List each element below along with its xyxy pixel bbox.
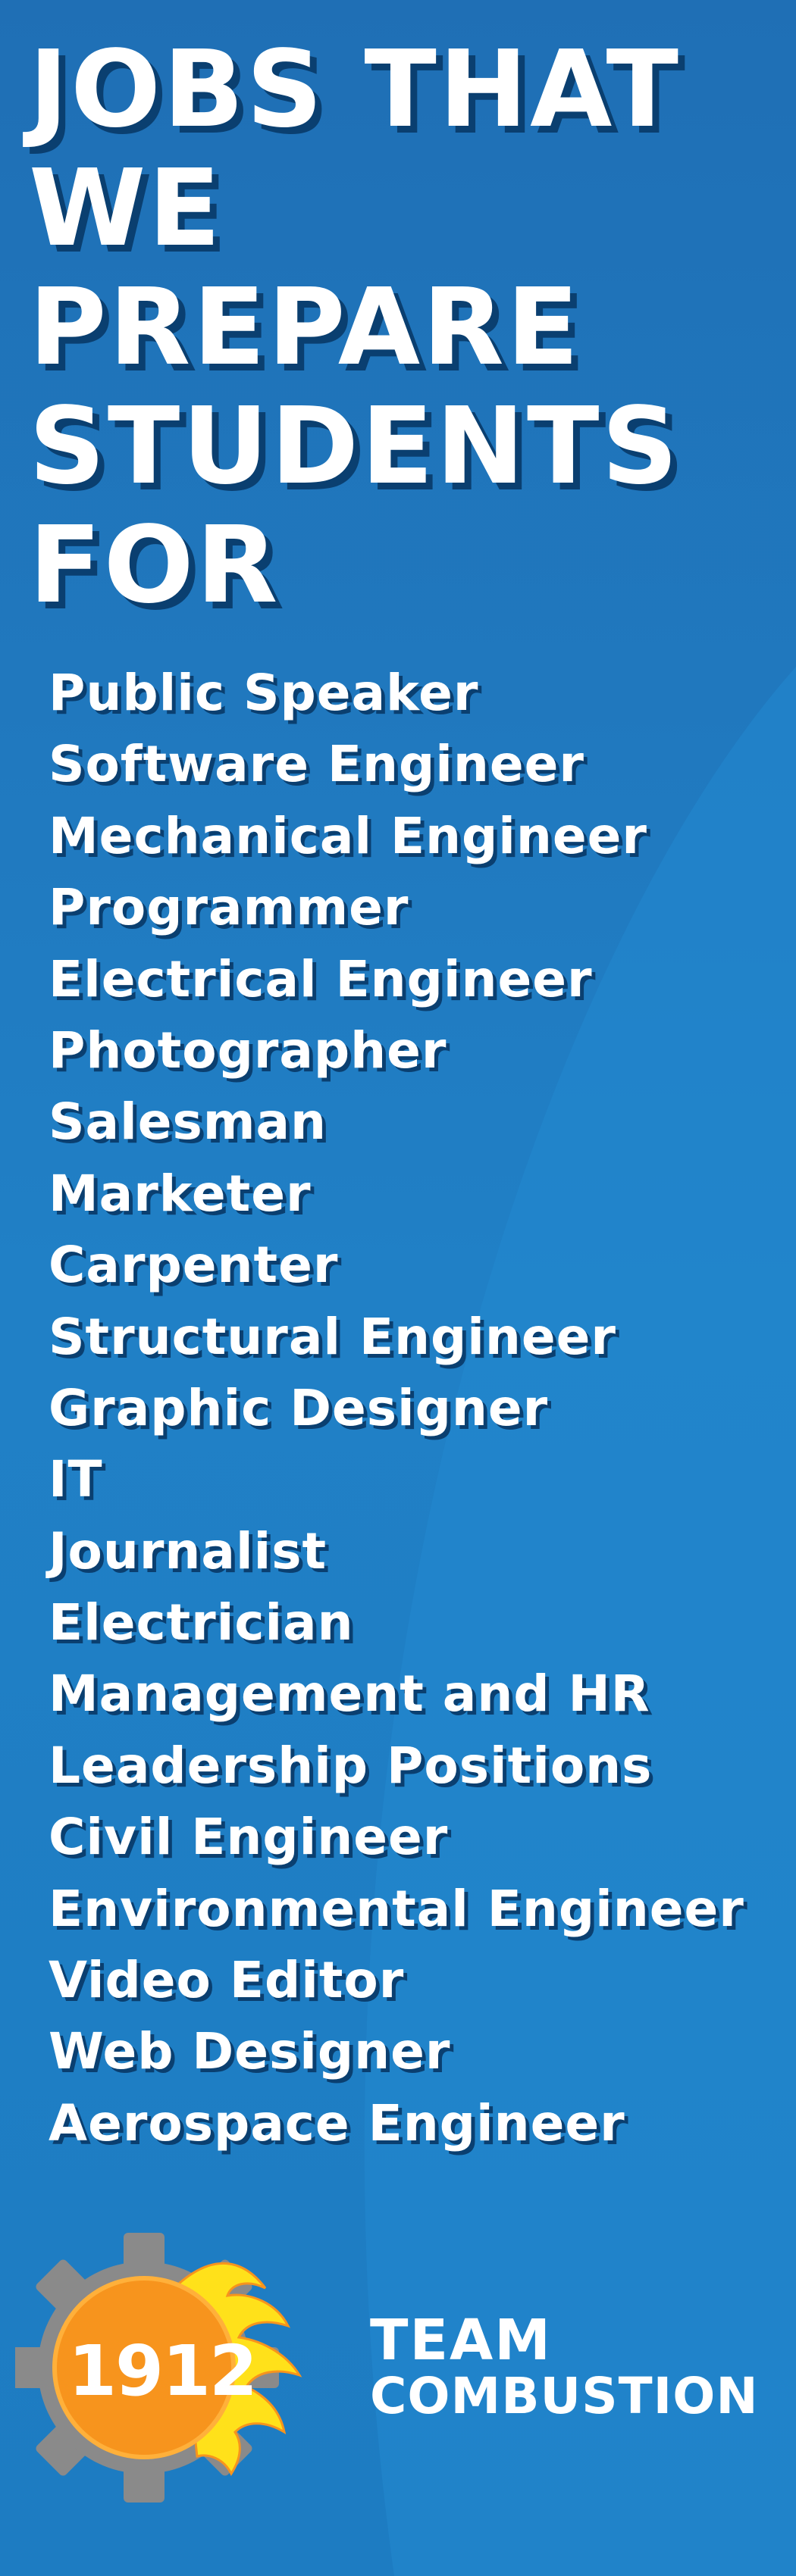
job-item: Software Engineer — [49, 735, 584, 794]
job-item: Marketer — [49, 1164, 312, 1223]
title-line: STUDENTS — [29, 385, 681, 508]
title-line: JOBS THAT — [29, 28, 682, 152]
jobs-banner: JOBS THAT WE PREPARE STUDENTS FOR Public… — [0, 0, 796, 2576]
job-item: Salesman — [49, 1093, 327, 1152]
job-item: Leadership Positions — [49, 1736, 653, 1795]
job-item: Carpenter — [49, 1236, 339, 1295]
title-line: PREPARE — [29, 266, 581, 389]
team-number: 1912 — [68, 2331, 258, 2412]
job-item: Environmental Engineer — [49, 1879, 744, 1938]
job-item: Video Editor — [49, 1951, 405, 2010]
team-logo: 1912 — [15, 2212, 356, 2515]
job-item: Photographer — [49, 1021, 447, 1080]
title-line: WE — [29, 147, 224, 270]
job-item: Structural Engineer — [49, 1307, 616, 1366]
job-item: Journalist — [49, 1521, 327, 1580]
team-name: TEAM COMBUSTION — [370, 2312, 759, 2424]
job-item: Aerospace Engineer — [49, 2093, 625, 2152]
job-item: Mechanical Engineer — [49, 806, 647, 865]
team-name-line1: TEAM — [370, 2308, 552, 2373]
jobs-list: Public Speaker Software Engineer Mechani… — [49, 658, 744, 2159]
job-item: Web Designer — [49, 2022, 451, 2081]
page-title: JOBS THAT WE PREPARE STUDENTS FOR — [29, 30, 787, 625]
job-item: Programmer — [49, 878, 409, 937]
job-item: Electrical Engineer — [49, 949, 593, 1008]
job-item: Graphic Designer — [49, 1378, 549, 1437]
team-name-line2: COMBUSTION — [370, 2367, 759, 2425]
job-item: Electrician — [49, 1593, 354, 1652]
job-item: Public Speaker — [49, 664, 479, 722]
job-item: Civil Engineer — [49, 1808, 449, 1867]
job-item: Management and HR — [49, 1665, 650, 1724]
title-line: FOR — [29, 504, 280, 627]
job-item: IT — [49, 1450, 103, 1509]
